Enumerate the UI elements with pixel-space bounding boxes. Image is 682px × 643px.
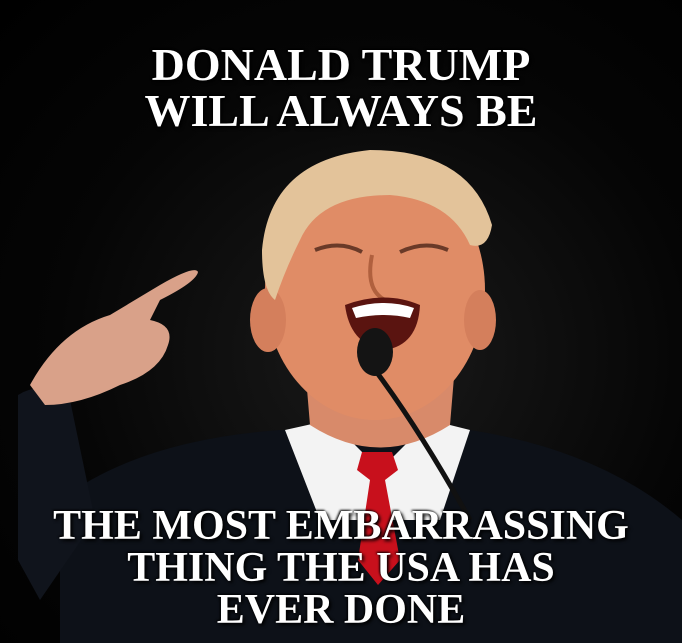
meme-image: DONALD TRUMP WILL ALWAYS BE THE MOST EMB…: [0, 0, 682, 643]
bottom-caption: THE MOST EMBARRASSING THING THE USA HAS …: [53, 503, 629, 633]
hand: [30, 270, 198, 405]
microphone: [357, 328, 393, 376]
top-caption: DONALD TRUMP WILL ALWAYS BE: [144, 39, 538, 136]
